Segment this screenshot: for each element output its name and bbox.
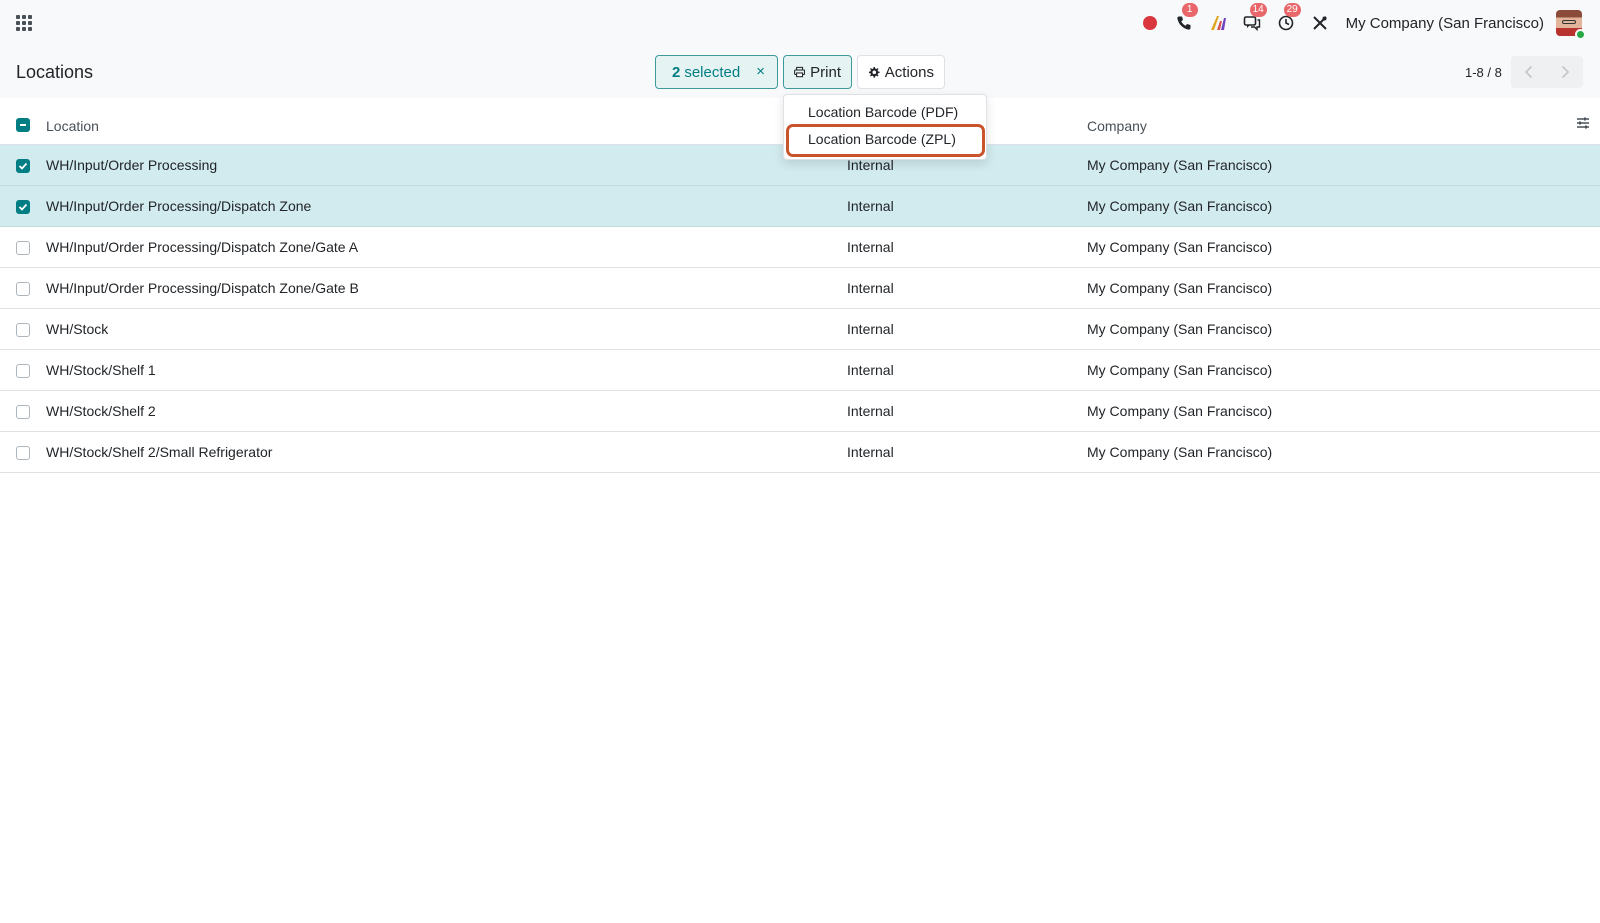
location-cell: WH/Stock/Shelf 1 <box>46 362 156 378</box>
pager-previous-button[interactable] <box>1511 56 1547 88</box>
discuss-icon[interactable]: 14 <box>1240 3 1267 35</box>
actions-label: Actions <box>884 63 934 81</box>
column-settings-icon[interactable] <box>1576 116 1590 130</box>
table-row[interactable]: WH/Input/Order Processing/Dispatch Zone/… <box>0 268 1600 309</box>
location-type-cell: Internal <box>847 280 894 296</box>
gear-icon <box>868 66 880 78</box>
select-all-checkbox[interactable] <box>16 118 30 132</box>
location-cell: WH/Input/Order Processing/Dispatch Zone/… <box>46 280 359 296</box>
printer-icon <box>794 66 806 78</box>
actions-button[interactable]: Actions <box>857 55 945 89</box>
location-type-cell: Internal <box>847 239 894 255</box>
company-cell: My Company (San Francisco) <box>1087 321 1273 337</box>
phone-icon[interactable]: 1 <box>1172 3 1198 35</box>
table-row[interactable]: WH/Stock/Shelf 2 Internal My Company (San … <box>0 391 1600 432</box>
company-cell: My Company (San Francisco) <box>1087 280 1273 296</box>
row-checkbox[interactable] <box>16 159 30 173</box>
selected-count: 2 <box>672 63 681 81</box>
company-cell: My Company (San Francisco) <box>1087 239 1273 255</box>
debug-tools-icon[interactable] <box>1308 11 1332 35</box>
activity-clock-icon[interactable]: 29 <box>1274 3 1301 35</box>
table-row[interactable]: WH/Stock/Shelf 1 Internal My Company (San … <box>0 350 1600 391</box>
locations-table: Location Company WH/Input/Order Processi… <box>0 105 1600 473</box>
location-type-cell: Internal <box>847 198 894 214</box>
location-cell: WH/Stock <box>46 321 109 337</box>
phone-badge: 1 <box>1181 3 1198 17</box>
chevron-right-icon <box>1561 65 1570 79</box>
company-cell: My Company (San Francisco) <box>1087 403 1273 419</box>
location-type-cell: Internal <box>847 362 894 378</box>
user-avatar[interactable] <box>1556 10 1586 40</box>
company-switcher[interactable]: My Company (San Francisco) <box>1346 15 1544 32</box>
location-type-cell: Internal <box>847 403 894 419</box>
print-dropdown-menu: Location Barcode (PDF) Location Barcode … <box>783 94 987 160</box>
company-cell: My Company (San Francisco) <box>1087 157 1273 173</box>
print-button[interactable]: Print <box>783 55 852 89</box>
company-cell: My Company (San Francisco) <box>1087 198 1273 214</box>
table-row[interactable]: WH/Stock Internal My Company (San Francisc… <box>0 309 1600 350</box>
print-menu-item-location-barcode-zpl[interactable]: Location Barcode (ZPL) <box>808 131 956 147</box>
unselect-all-icon[interactable]: × <box>756 63 765 80</box>
row-checkbox[interactable] <box>16 323 30 337</box>
column-header-location[interactable]: Location <box>46 118 99 134</box>
row-checkbox[interactable] <box>16 282 30 296</box>
selection-indicator[interactable]: 2 selected × <box>655 55 778 89</box>
systray: 1 14 29 My Company (San Francisco) <box>1138 0 1600 46</box>
row-checkbox[interactable] <box>16 200 30 214</box>
top-navbar: 1 14 29 My Company (San Francisco) <box>0 0 1600 46</box>
location-cell: WH/Input/Order Processing <box>46 157 218 173</box>
page-title: Locations <box>16 62 94 82</box>
row-checkbox[interactable] <box>16 405 30 419</box>
location-cell: WH/Stock/Shelf 2 <box>46 403 156 419</box>
discuss-badge: 14 <box>1249 3 1267 17</box>
location-cell: WH/Input/Order Processing/Dispatch Zone/… <box>46 239 359 255</box>
print-menu-item-location-barcode-pdf[interactable]: Location Barcode (PDF) <box>808 104 958 120</box>
print-label: Print <box>810 63 841 81</box>
ai-icon[interactable] <box>1206 11 1230 35</box>
table-row[interactable]: WH/Input/Order Processing/Dispatch Zone/… <box>0 227 1600 268</box>
table-row[interactable]: WH/Input/Order Processing/Dispatch Zone I… <box>0 186 1600 227</box>
control-panel: Locations 2 selected × Print Actions 1-8… <box>0 46 1600 98</box>
online-status-icon <box>1575 29 1586 40</box>
row-checkbox[interactable] <box>16 446 30 460</box>
pager-next-button[interactable] <box>1547 56 1583 88</box>
apps-grid-icon[interactable] <box>16 15 32 31</box>
company-cell: My Company (San Francisco) <box>1087 362 1273 378</box>
location-cell: WH/Stock/Shelf 2/Small Refrigerator <box>46 444 273 460</box>
location-type-cell: Internal <box>847 321 894 337</box>
location-cell: WH/Input/Order Processing/Dispatch Zone <box>46 198 312 214</box>
company-cell: My Company (San Francisco) <box>1087 444 1273 460</box>
row-checkbox[interactable] <box>16 241 30 255</box>
table-row[interactable]: WH/Stock/Shelf 2/Small Refrigerator Inter… <box>0 432 1600 473</box>
activity-badge: 29 <box>1283 3 1301 17</box>
location-type-cell: Internal <box>847 444 894 460</box>
selected-label: selected <box>684 63 741 81</box>
record-icon[interactable] <box>1138 11 1162 35</box>
column-header-company[interactable]: Company <box>1087 118 1147 134</box>
row-checkbox[interactable] <box>16 364 30 378</box>
chevron-left-icon <box>1524 65 1533 79</box>
pager-value[interactable]: 1-8 / 8 <box>1465 65 1502 80</box>
